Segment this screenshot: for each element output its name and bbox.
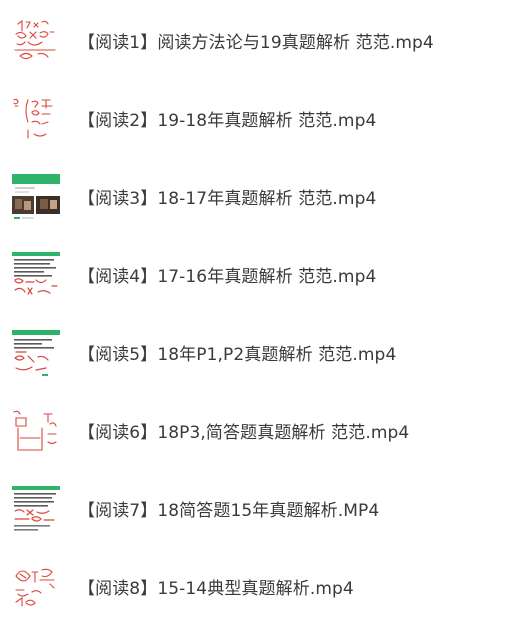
handwriting-sketch-icon xyxy=(13,98,53,139)
video-thumbnail[interactable] xyxy=(12,96,60,144)
file-name[interactable]: 【阅读4】17-16年真题解析 范范.mp4 xyxy=(78,238,376,316)
file-item[interactable]: 【阅读7】18简答题15年真题解析.MP4 xyxy=(0,472,507,550)
file-item[interactable]: 【阅读2】19-18年真题解析 范范.mp4 xyxy=(0,82,507,160)
file-item[interactable]: 【阅读8】15-14典型真题解析.mp4 xyxy=(0,550,507,628)
file-name[interactable]: 【阅读7】18简答题15年真题解析.MP4 xyxy=(78,472,379,550)
file-name[interactable]: 【阅读8】15-14典型真题解析.mp4 xyxy=(78,550,354,628)
video-thumbnail[interactable] xyxy=(12,564,60,612)
video-thumbnail[interactable] xyxy=(12,486,60,534)
video-thumbnail[interactable] xyxy=(12,408,60,456)
handwriting-sketch-icon xyxy=(15,568,55,607)
video-thumbnail[interactable] xyxy=(12,252,60,300)
file-item[interactable]: 【阅读4】17-16年真题解析 范范.mp4 xyxy=(0,238,507,316)
file-item[interactable]: 【阅读5】18年P1,P2真题解析 范范.mp4 xyxy=(0,316,507,394)
file-name[interactable]: 【阅读1】阅读方法论与19真题解析 范范.mp4 xyxy=(78,4,434,82)
annotated-text-icon xyxy=(12,486,60,534)
file-name[interactable]: 【阅读6】18P3,简答题真题解析 范范.mp4 xyxy=(78,394,409,472)
file-name[interactable]: 【阅读2】19-18年真题解析 范范.mp4 xyxy=(78,82,376,160)
annotated-text-icon xyxy=(12,330,60,378)
video-thumbnail[interactable] xyxy=(12,174,60,222)
video-thumbnail[interactable] xyxy=(12,18,60,66)
file-name[interactable]: 【阅读3】18-17年真题解析 范范.mp4 xyxy=(78,160,376,238)
handwriting-sketch-icon xyxy=(13,410,57,451)
file-item[interactable]: 【阅读6】18P3,简答题真题解析 范范.mp4 xyxy=(0,394,507,472)
file-item[interactable]: 【阅读1】阅读方法论与19真题解析 范范.mp4 xyxy=(0,4,507,82)
video-thumbnail[interactable] xyxy=(12,330,60,378)
file-name[interactable]: 【阅读5】18年P1,P2真题解析 范范.mp4 xyxy=(78,316,396,394)
file-item[interactable]: 【阅读3】18-17年真题解析 范范.mp4 xyxy=(0,160,507,238)
annotated-text-icon xyxy=(12,252,60,300)
file-list: 【阅读1】阅读方法论与19真题解析 范范.mp4 【阅读2】19-18年真题解析… xyxy=(0,0,507,615)
video-slide-icon xyxy=(12,174,60,222)
handwriting-sketch-icon xyxy=(14,19,56,60)
